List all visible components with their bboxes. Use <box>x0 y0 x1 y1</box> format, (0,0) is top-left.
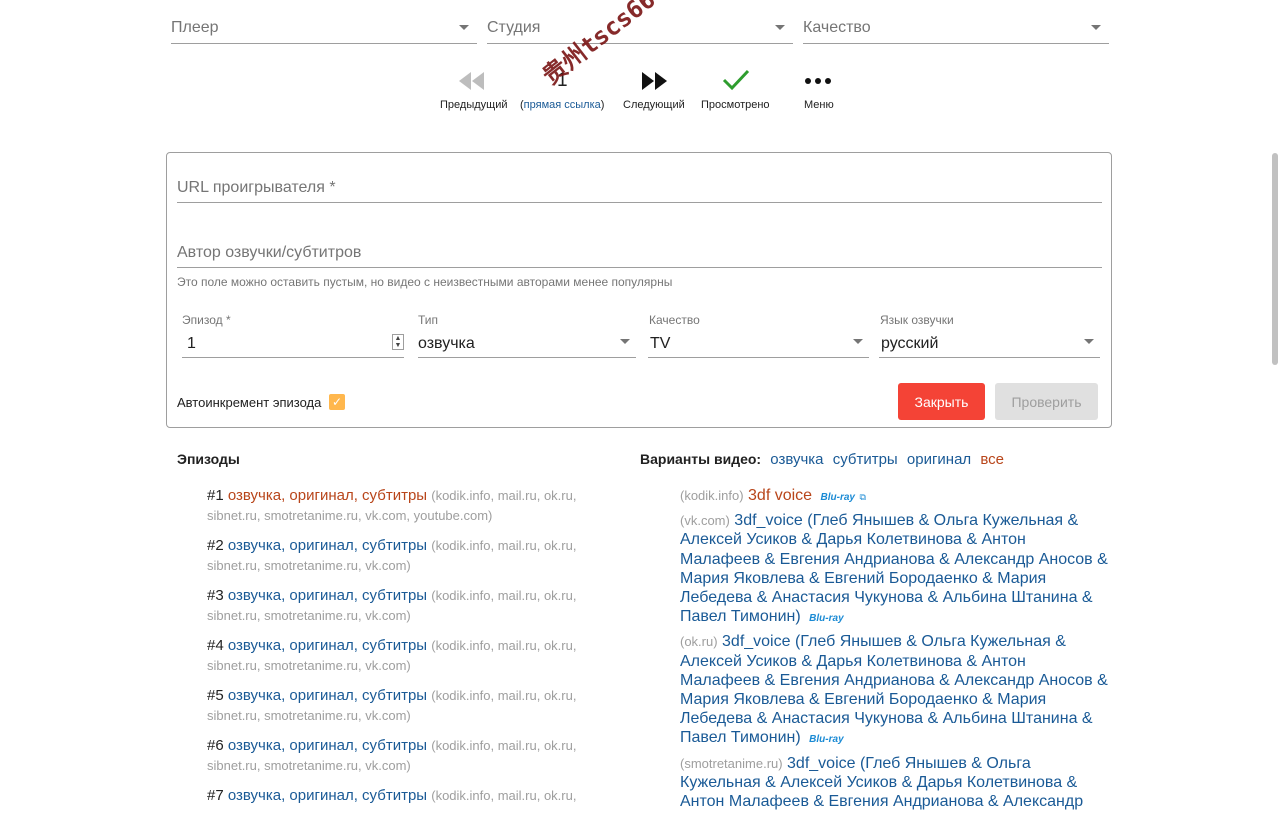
episode-tags-link[interactable]: озвучка, оригинал, субтитры <box>228 537 427 554</box>
variants-list: (kodik.info) 3df voice Blu-ray ⧉ (vk.com… <box>680 486 1110 815</box>
variant-domain: (smotretanime.ru) <box>680 755 783 771</box>
episode-tags-link[interactable]: озвучка, оригинал, субтитры <box>228 587 427 604</box>
variant-link[interactable]: 3df_voice (Глеб Янышев & Ольга Кужельная… <box>680 633 1108 746</box>
variant-item: (ok.ru) 3df_voice (Глеб Янышев & Ольга К… <box>680 632 1110 749</box>
variant-item: (smotretanime.ru) 3df_voice (Глеб Янышев… <box>680 754 1110 812</box>
author-placeholder: Автор озвучки/субтитров <box>177 244 362 261</box>
quality-select[interactable]: Качество <box>803 10 1109 44</box>
chevron-down-icon <box>1091 25 1101 30</box>
autoincrement-label: Автоинкремент эпизода <box>177 395 322 410</box>
form-quality-label: Качество <box>649 313 700 327</box>
episode-number: #1 <box>207 487 224 504</box>
chevron-down-icon <box>1084 339 1094 344</box>
author-field[interactable]: Автор озвучки/субтитров <box>177 238 1102 268</box>
watched-label: Просмотрено <box>701 99 770 111</box>
checkmark-icon <box>722 69 750 91</box>
form-quality-value: TV <box>650 335 671 352</box>
episode-number: #3 <box>207 587 224 604</box>
player-url-placeholder: URL проигрывателя * <box>177 179 336 196</box>
episode-item: #4 озвучка, оригинал, субтитры (kodik.in… <box>207 636 607 686</box>
bluray-badge: Blu-ray <box>809 613 844 625</box>
add-video-form: URL проигрывателя * Автор озвучки/субтит… <box>166 152 1112 428</box>
episode-number: #6 <box>207 737 224 754</box>
chevron-down-icon <box>459 25 469 30</box>
variant-link[interactable]: 3df_voice (Глеб Янышев & Ольга Кужельная… <box>680 512 1108 625</box>
episode-item: #5 озвучка, оригинал, субтитры (kodik.in… <box>207 686 607 736</box>
episode-item: #1 озвучка, оригинал, субтитры (kodik.in… <box>207 486 607 536</box>
episode-number: #4 <box>207 637 224 654</box>
type-select[interactable]: Тип озвучка <box>418 308 636 358</box>
fast-forward-icon <box>642 72 667 90</box>
chevron-down-icon <box>775 25 785 30</box>
episode-tags-link[interactable]: озвучка, оригинал, субтитры <box>228 787 427 804</box>
filter-all-link[interactable]: все <box>980 451 1004 468</box>
language-label: Язык озвучки <box>880 313 954 327</box>
page-scrollbar[interactable] <box>1272 153 1278 365</box>
episode-tags-link[interactable]: озвучка, оригинал, субтитры <box>228 487 427 504</box>
episode-item: #7 озвучка, оригинал, субтитры (kodik.in… <box>207 786 607 836</box>
episode-stepper[interactable]: ▲ ▼ <box>392 334 404 350</box>
episode-item: #3 озвучка, оригинал, субтитры (kodik.in… <box>207 586 607 636</box>
episode-sources: (kodik.info, mail.ru, ok.ru, <box>431 788 577 803</box>
direct-link-wrapper: (прямая ссылка) <box>520 99 605 111</box>
type-value: озвучка <box>418 335 475 352</box>
variants-title: Варианты видео: <box>640 451 762 467</box>
bluray-badge: Blu-ray <box>809 734 844 746</box>
type-label: Тип <box>418 313 439 327</box>
episode-item: #6 озвучка, оригинал, субтитры (kodik.in… <box>207 736 607 786</box>
chevron-down-icon <box>853 339 863 344</box>
filter-original-link[interactable]: оригинал <box>907 451 971 468</box>
variant-item: (kodik.info) 3df voice Blu-ray ⧉ <box>680 486 1110 507</box>
player-select[interactable]: Плеер <box>171 10 477 44</box>
direct-link[interactable]: прямая ссылка <box>524 99 601 111</box>
variant-link[interactable]: 3df voice <box>748 487 812 504</box>
episodes-list: #1 озвучка, оригинал, субтитры (kodik.in… <box>207 486 607 836</box>
episode-number: #2 <box>207 537 224 554</box>
episode-field[interactable]: Эпизод * 1 ▲ ▼ <box>182 308 404 358</box>
variant-domain: (vk.com) <box>680 513 730 529</box>
check-button[interactable]: Проверить <box>995 383 1098 420</box>
check-icon: ✓ <box>331 395 343 409</box>
variant-item: (vk.com) 3df_voice (Глеб Янышев & Ольга … <box>680 511 1110 628</box>
episode-value: 1 <box>187 335 196 352</box>
studio-select-label: Студия <box>487 19 541 36</box>
filter-subtitles-link[interactable]: субтитры <box>833 451 898 468</box>
episode-number: #7 <box>207 787 224 804</box>
episode-label: Эпизод * <box>182 313 231 327</box>
episode-item: #2 озвучка, оригинал, субтитры (kodik.in… <box>207 536 607 586</box>
rewind-icon <box>459 72 484 90</box>
variants-header: Варианты видео: озвучка субтитры оригина… <box>640 451 1004 468</box>
variant-domain: (ok.ru) <box>680 634 718 650</box>
episode-tags-link[interactable]: озвучка, оригинал, субтитры <box>228 637 427 654</box>
chevron-down-icon <box>620 339 630 344</box>
player-select-label: Плеер <box>171 19 219 36</box>
external-link-icon[interactable]: ⧉ <box>859 492 865 502</box>
form-quality-select[interactable]: Качество TV <box>648 308 869 358</box>
language-value: русский <box>881 335 939 352</box>
author-hint: Это поле можно оставить пустым, но видео… <box>177 275 673 289</box>
filter-dub-link[interactable]: озвучка <box>770 451 823 468</box>
episode-number: #5 <box>207 687 224 704</box>
player-url-field[interactable]: URL проигрывателя * <box>177 173 1102 203</box>
language-select[interactable]: Язык озвучки русский <box>879 308 1100 358</box>
close-button[interactable]: Закрыть <box>898 383 985 420</box>
menu-label: Меню <box>804 99 834 111</box>
more-dots-icon <box>805 78 831 84</box>
next-episode-label: Следующий <box>623 99 685 111</box>
autoincrement-checkbox[interactable]: ✓ <box>329 394 345 410</box>
episode-tags-link[interactable]: озвучка, оригинал, субтитры <box>228 687 427 704</box>
quality-select-label: Качество <box>803 19 871 36</box>
prev-episode-label: Предыдущий <box>440 99 508 111</box>
episodes-title: Эпизоды <box>177 451 240 467</box>
bluray-badge: Blu-ray <box>820 492 855 503</box>
episode-tags-link[interactable]: озвучка, оригинал, субтитры <box>228 737 427 754</box>
variant-domain: (kodik.info) <box>680 488 744 503</box>
